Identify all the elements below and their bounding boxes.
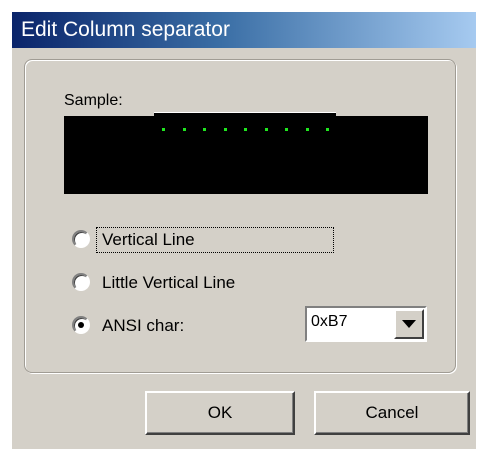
radio-ansi-char[interactable]: ANSI char:: [72, 314, 272, 338]
sample-dot: [203, 128, 206, 131]
cancel-button[interactable]: Cancel: [314, 391, 470, 435]
radio-button[interactable]: [72, 273, 90, 291]
dropdown-button[interactable]: [394, 309, 424, 339]
ansi-char-select[interactable]: 0xB7: [305, 306, 427, 342]
radio-label-little-vertical-line: Little Vertical Line: [102, 273, 236, 292]
ansi-char-value: 0xB7: [311, 313, 348, 330]
sample-dot: [285, 128, 288, 131]
radio-label-ansi-char: ANSI char:: [102, 316, 185, 335]
radio-pip: [78, 322, 84, 328]
sample-dot: [305, 128, 309, 131]
window-title: Edit Column separator: [21, 18, 230, 41]
radio-button[interactable]: [72, 230, 90, 248]
sample-dot: [223, 128, 227, 131]
sample-dot: [326, 128, 329, 131]
radio-button[interactable]: [72, 316, 90, 334]
chevron-down-icon: [402, 320, 416, 328]
radio-label-vertical-line: Vertical Line: [102, 230, 195, 249]
sample-dot: [182, 128, 186, 131]
radio-little-vertical-line[interactable]: Little Vertical Line: [72, 271, 332, 295]
sample-dot: [244, 128, 247, 131]
sample-dot: [264, 128, 268, 131]
radio-vertical-line[interactable]: Vertical Line: [72, 228, 332, 252]
title-bar[interactable]: Edit Column separator: [12, 12, 476, 48]
sample-dot: [162, 128, 165, 131]
ok-button[interactable]: OK: [145, 391, 295, 435]
sample-label: Sample:: [64, 92, 123, 109]
sample-preview-tab: [154, 112, 336, 119]
